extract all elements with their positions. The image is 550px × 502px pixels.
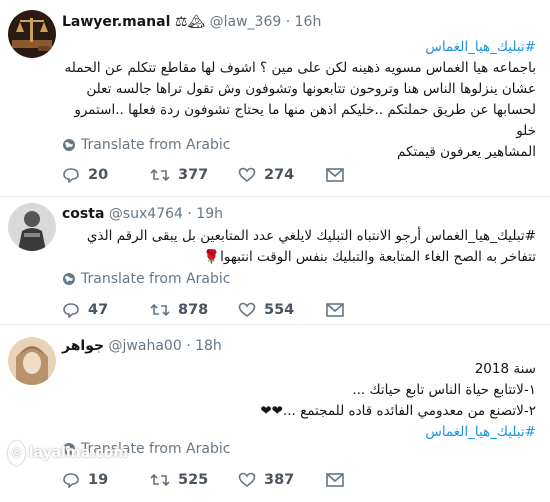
translate-link[interactable]: Translate from Arabic <box>62 137 230 153</box>
tweet-line: عشان ينزلوها الناس هنا وتروحون تتابعونها… <box>86 81 536 97</box>
tweet-line: ٢-لاتصنع من معدومي الفائده قاده للمجتمع … <box>260 403 536 419</box>
avatar[interactable] <box>8 337 56 385</box>
like-icon <box>238 302 256 318</box>
retweet-button[interactable]: 878 <box>150 302 238 318</box>
like-icon <box>238 167 256 183</box>
tweet-actions: 19 525 387 <box>62 472 356 488</box>
like-count: 387 <box>264 472 295 488</box>
author-name[interactable]: Lawyer.manal <box>62 14 170 30</box>
tweet-header: Lawyer.manal ⚖🏔 @law_369 · 16h <box>62 14 321 30</box>
retweet-count: 377 <box>178 167 209 183</box>
tweet[interactable]: Lawyer.manal ⚖🏔 @law_369 · 16h #تبليك_هي… <box>0 0 550 197</box>
direct-message-button[interactable] <box>326 303 356 317</box>
tweet-line: لحسابها عن طريق حملتكم ..خليكم اذهن منها… <box>74 102 536 139</box>
author-name[interactable]: costa <box>62 206 104 222</box>
tweet-timestamp[interactable]: 18h <box>195 338 222 354</box>
like-button[interactable]: 274 <box>238 167 326 183</box>
like-count: 274 <box>264 167 295 183</box>
author-handle[interactable]: @sux4764 <box>109 206 183 222</box>
translate-link[interactable]: Translate from Arabic <box>62 271 230 287</box>
direct-message-button[interactable] <box>326 168 356 182</box>
tweet-line: ١-لاتتابع حياة الناس تابع حياتك ... <box>352 382 536 398</box>
tweet[interactable]: costa @sux4764 · 19h #تبليك_هيا_الغماس أ… <box>0 197 550 325</box>
translate-label: Translate from Arabic <box>81 137 231 153</box>
tweet-timestamp[interactable]: 19h <box>196 206 223 222</box>
mail-icon <box>326 473 344 487</box>
separator-dot: · <box>186 338 191 354</box>
tweet-timestamp[interactable]: 16h <box>295 14 322 30</box>
watermark-logo-icon: © <box>8 441 25 465</box>
like-count: 554 <box>264 302 295 318</box>
tweet-line: تتفاخر به الصح الغاء المتابعة والتبليك ب… <box>203 249 536 265</box>
site-watermark: © layalina.com <box>8 440 128 466</box>
reply-count: 20 <box>88 167 109 183</box>
reply-button[interactable]: 47 <box>62 302 150 318</box>
retweet-count: 878 <box>178 302 209 318</box>
separator-dot: · <box>285 14 291 30</box>
tweet-line: سنة 2018 <box>474 361 536 377</box>
hashtag-link[interactable]: #تبليك_هيا_الغماس <box>62 422 536 443</box>
tweet-actions: 20 377 274 <box>62 167 356 183</box>
mail-icon <box>326 168 344 182</box>
reply-count: 47 <box>88 302 109 318</box>
globe-icon <box>63 273 75 285</box>
like-button[interactable]: 387 <box>238 472 326 488</box>
globe-icon <box>63 139 75 151</box>
avatar[interactable] <box>8 10 56 58</box>
retweet-button[interactable]: 525 <box>150 472 238 488</box>
author-name[interactable]: جواهر <box>62 338 104 354</box>
tweet[interactable]: جواهر @jwaha00 · 18h سنة 2018 ١-لاتتابع … <box>0 325 550 502</box>
reply-icon <box>63 473 79 488</box>
mail-icon <box>326 303 344 317</box>
author-name-emoji: ⚖🏔 <box>174 14 206 30</box>
tweet-text: سنة 2018 ١-لاتتابع حياة الناس تابع حياتك… <box>62 359 536 443</box>
retweet-count: 525 <box>178 472 209 488</box>
hashtag-link[interactable]: #تبليك_هيا_الغماس <box>62 37 536 58</box>
retweet-icon <box>150 303 170 317</box>
retweet-icon <box>150 473 170 487</box>
reply-icon <box>63 168 79 183</box>
translate-label: Translate from Arabic <box>81 271 231 287</box>
reply-button[interactable]: 19 <box>62 472 150 488</box>
retweet-icon <box>150 168 170 182</box>
like-icon <box>238 472 256 488</box>
retweet-button[interactable]: 377 <box>150 167 238 183</box>
direct-message-button[interactable] <box>326 473 356 487</box>
tweet-header: costa @sux4764 · 19h <box>62 206 223 222</box>
like-button[interactable]: 554 <box>238 302 326 318</box>
author-handle[interactable]: @jwaha00 <box>109 338 182 354</box>
tweet-line: باجماعه هيا الغماس مسويه ذهينه لكن على م… <box>64 60 536 76</box>
reply-button[interactable]: 20 <box>62 167 150 183</box>
reply-icon <box>63 303 79 318</box>
tweet-actions: 47 878 554 <box>62 302 356 318</box>
author-handle[interactable]: @law_369 <box>210 14 282 30</box>
tweet-header: جواهر @jwaha00 · 18h <box>62 338 222 354</box>
avatar[interactable] <box>8 203 56 251</box>
tweet-text: #تبليك_هيا_الغماس أرجو الانتباه التبليك … <box>62 226 536 268</box>
reply-count: 19 <box>88 472 109 488</box>
watermark-text: layalina.com <box>28 445 128 461</box>
separator-dot: · <box>187 206 192 222</box>
tweet-line: #تبليك_هيا_الغماس أرجو الانتباه التبليك … <box>86 228 536 244</box>
